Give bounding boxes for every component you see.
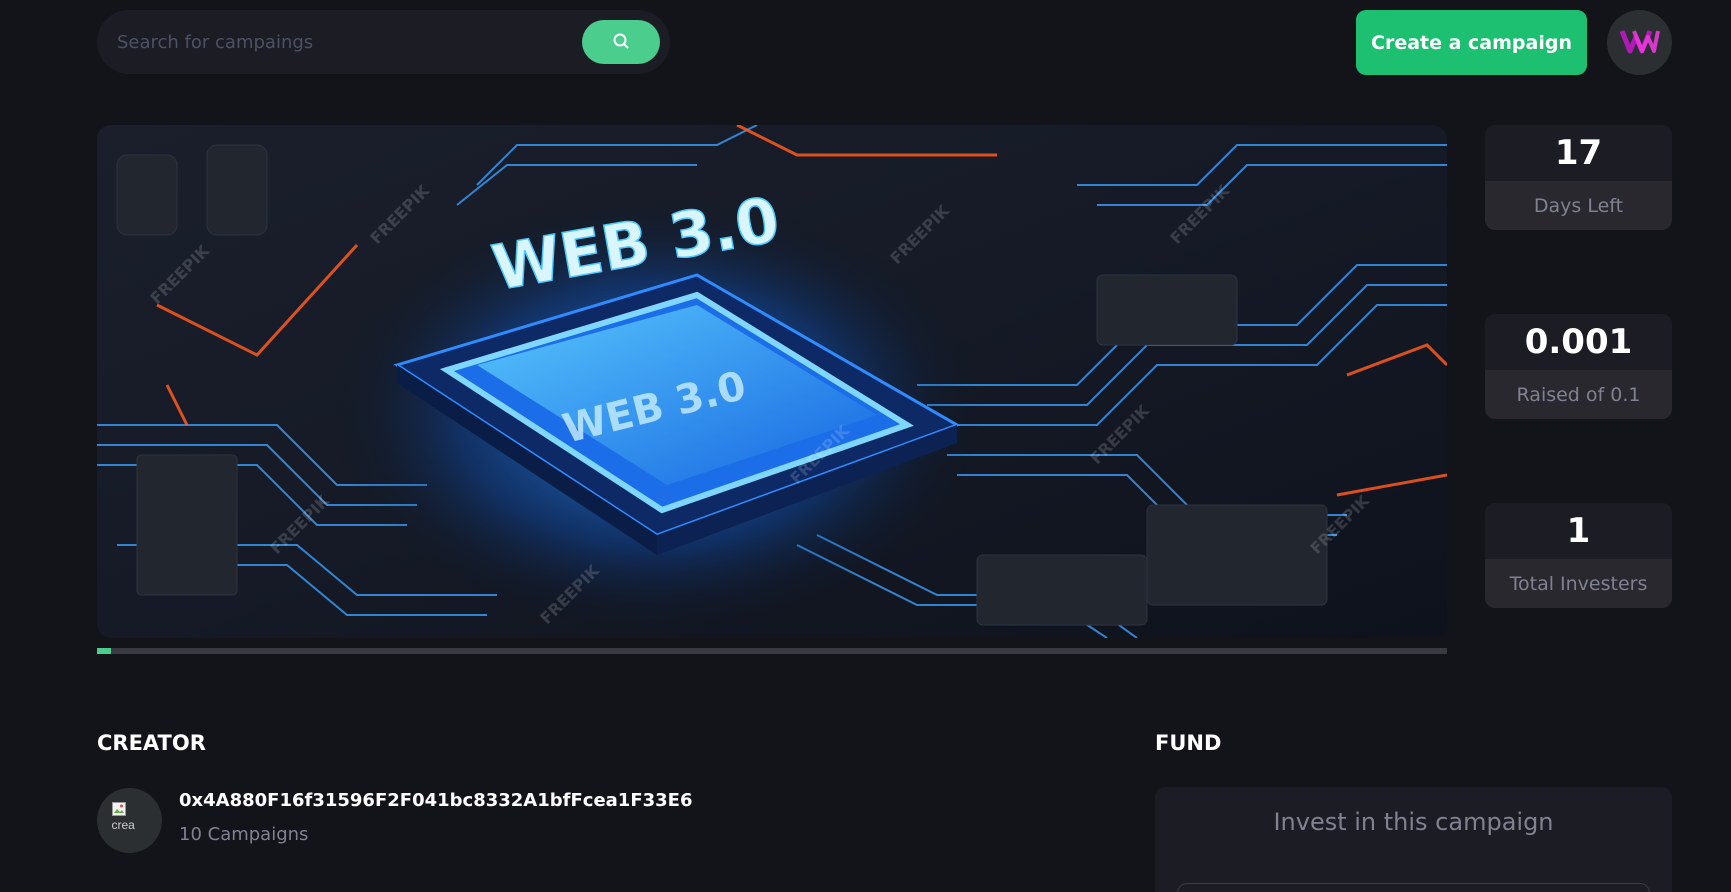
fund-amount-input[interactable] xyxy=(1177,883,1650,892)
stat-value: 0.001 xyxy=(1524,322,1633,362)
funding-progress-bar xyxy=(97,648,1447,654)
creator-campaign-count: 10 Campaigns xyxy=(179,824,309,845)
search-input[interactable] xyxy=(97,10,582,74)
campaign-image: WEB 3.0 WEB 3.0 FREEPIK FREEPIK FREEPIK … xyxy=(97,125,1447,638)
creator-title: CREATOR xyxy=(97,731,206,755)
stat-value: 17 xyxy=(1554,133,1603,173)
profile-button[interactable] xyxy=(1607,10,1672,75)
stat-total-investors: 1 Total Investers xyxy=(1485,503,1672,608)
creator-address: 0x4A880F16f31596F2F041bc8332A1bfFcea1F33… xyxy=(179,790,693,811)
stat-label: Total Investers xyxy=(1485,559,1672,608)
creator-avatar: crea xyxy=(97,788,162,853)
logo-icon xyxy=(1619,27,1660,59)
search-button[interactable] xyxy=(582,20,660,64)
funding-progress-fill xyxy=(97,648,111,654)
stat-value: 1 xyxy=(1566,511,1591,551)
fund-heading: Invest in this campaign xyxy=(1273,808,1554,836)
search-icon xyxy=(612,32,630,53)
create-campaign-button[interactable]: Create a campaign xyxy=(1356,10,1587,75)
stat-label: Raised of 0.1 xyxy=(1485,370,1672,419)
search-bar xyxy=(97,10,670,74)
fund-title: FUND xyxy=(1155,731,1222,755)
web3-illustration: WEB 3.0 WEB 3.0 FREEPIK FREEPIK FREEPIK … xyxy=(97,125,1447,638)
stat-label: Days Left xyxy=(1485,181,1672,230)
fund-card: Invest in this campaign xyxy=(1155,787,1672,892)
broken-image-icon: crea xyxy=(111,802,148,832)
avatar-alt-text: crea xyxy=(111,818,135,832)
stat-days-left: 17 Days Left xyxy=(1485,125,1672,230)
stat-raised: 0.001 Raised of 0.1 xyxy=(1485,314,1672,419)
